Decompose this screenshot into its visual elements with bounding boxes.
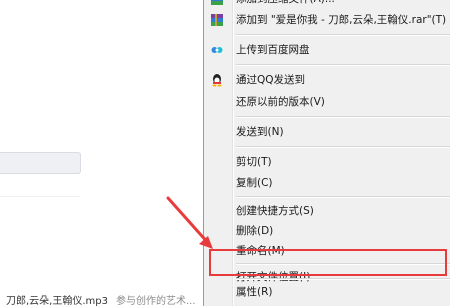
qq-icon <box>209 72 225 88</box>
file-row[interactable]: 刀郎,云朵,王翰仪.mp3 参与创作的艺术... <box>6 292 196 307</box>
menu-separator <box>236 34 450 36</box>
menu-item-restore-previous[interactable]: 还原以前的版本(V) <box>204 91 450 113</box>
menu-item-label: 剪切(T) <box>236 156 272 168</box>
menu-separator <box>236 116 450 118</box>
menu-separator <box>236 196 450 198</box>
menu-item-label: 通过QQ发送到 <box>236 74 306 86</box>
pane-divider <box>0 196 80 197</box>
menu-item-label: 发送到(N) <box>236 126 284 138</box>
winrar-icon <box>209 12 225 28</box>
menu-item-label: 删除(D) <box>236 225 274 237</box>
menu-item-upload-baidu[interactable]: 上传到百度网盘 <box>204 39 450 61</box>
menu-item-label: 复制(C) <box>236 177 273 189</box>
selected-file-bar[interactable] <box>0 152 81 174</box>
highlight-box <box>209 249 447 276</box>
menu-item-label: 创建快捷方式(S) <box>236 205 314 217</box>
menu-item-send-to[interactable]: 发送到(N) <box>204 121 450 143</box>
menu-item-add-to-rar[interactable]: 添加到 "爱是你我 - 刀郎,云朵,王翰仪.rar"(T) <box>204 9 450 31</box>
menu-separator <box>236 64 450 66</box>
menu-item-send-via-qq[interactable]: 通过QQ发送到 <box>204 69 450 91</box>
menu-item-copy[interactable]: 复制(C) <box>204 172 450 194</box>
menu-item-cut[interactable]: 剪切(T) <box>204 151 450 173</box>
menu-separator <box>236 278 450 280</box>
file-artists: 参与创作的艺术... <box>116 296 196 307</box>
baidu-netdisk-icon <box>209 42 225 58</box>
menu-item-label: 添加到 "爱是你我 - 刀郎,云朵,王翰仪.rar"(T) <box>236 14 447 26</box>
winrar-icon <box>209 0 225 7</box>
menu-item-delete[interactable]: 删除(D) <box>204 220 450 242</box>
menu-item-label: 上传到百度网盘 <box>236 44 310 56</box>
menu-item-create-shortcut[interactable]: 创建快捷方式(S) <box>204 200 450 222</box>
menu-item-label: 还原以前的版本(V) <box>236 96 325 108</box>
file-name: 刀郎,云朵,王翰仪.mp3 <box>6 296 108 307</box>
explorer-pane <box>0 0 204 300</box>
menu-separator <box>236 146 450 148</box>
